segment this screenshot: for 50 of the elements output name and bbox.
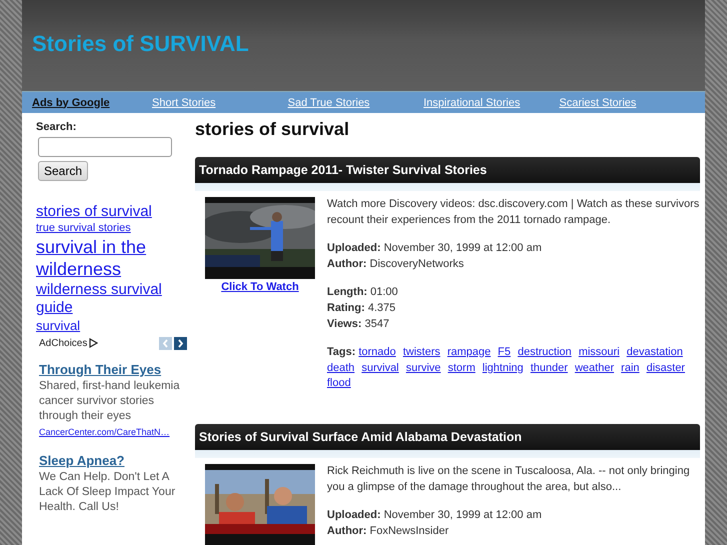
tag-link[interactable]: survive <box>406 362 441 374</box>
adchoices-icon[interactable] <box>89 338 98 348</box>
video-title-bar[interactable]: Tornado Rampage 2011- Twister Survival Stories <box>195 157 700 191</box>
tag-link[interactable]: tornado <box>358 346 396 358</box>
tag-link[interactable]: disaster <box>646 362 685 374</box>
tag-link[interactable]: F5 <box>498 346 511 358</box>
tags-label: Tags: <box>327 346 356 358</box>
chevron-right-icon <box>177 338 184 348</box>
tag-link[interactable]: lightning <box>482 362 524 374</box>
video-meta: Length: 01:00 <box>327 284 399 300</box>
next-button[interactable] <box>174 336 187 350</box>
keyword-link[interactable]: wilderness survival guide <box>36 280 187 318</box>
tag-link[interactable]: devastation <box>626 346 683 358</box>
search-button[interactable]: Search <box>38 161 88 181</box>
tag-link[interactable]: missouri <box>578 346 620 358</box>
tag-link[interactable]: death <box>327 362 355 374</box>
video-title-bar[interactable]: Stories of Survival Surface Amid Alabama Devastation <box>195 424 700 458</box>
video-meta: Rating: 4.375 <box>327 300 396 316</box>
page-heading: stories of survival <box>195 119 350 140</box>
keyword-link[interactable]: true survival stories <box>36 222 131 236</box>
ad-text: We Can Help. Don't Let A Lack Of Sleep Impact Your Health. Call Us! <box>39 470 176 515</box>
tag-link[interactable]: rain <box>621 362 640 374</box>
ad-title-link[interactable]: Sleep Apnea? <box>39 450 124 470</box>
tag-link[interactable]: twisters <box>402 346 440 358</box>
tag-link[interactable]: rampage <box>447 346 491 358</box>
video-description: Watch more Discovery videos: dsc.discovery.com | Watch as these survivors recount their experiences from the 2011 tornado rampage. <box>327 197 700 228</box>
tag-link[interactable]: thunder <box>530 362 568 374</box>
video-meta: Uploaded: November 30, 1999 at 12:00 am <box>327 240 543 256</box>
watch-link[interactable]: Click To Watch <box>221 281 299 293</box>
video-meta: Author: FoxNewsInsider <box>327 524 450 540</box>
ad-url-link[interactable]: CancerCenter.com/CareThatN… <box>39 427 170 438</box>
keyword-link[interactable]: stories of survival <box>36 203 152 222</box>
keyword-link[interactable]: survival <box>36 318 80 334</box>
keyword-link[interactable]: survival in the wilderness <box>36 236 187 280</box>
video-meta: Views: 3547 <box>327 316 390 332</box>
chevron-left-icon <box>162 338 169 348</box>
tag-link[interactable]: flood <box>327 377 351 390</box>
tag-link[interactable]: weather <box>574 362 614 374</box>
video-meta: Author: DiscoveryNetworks <box>327 256 465 272</box>
video-description: Rick Reichmuth is live on the scene in Tuscaloosa, Ala. -- not only bringing you a glimpse of the damage throughout the area, but also... <box>327 464 691 496</box>
tag-link[interactable]: storm <box>448 362 476 374</box>
tag-link[interactable]: survival <box>362 362 399 374</box>
ads-link[interactable]: Ads by Google <box>32 96 152 108</box>
tag-link[interactable]: destruction <box>518 346 572 358</box>
adchoices-label[interactable]: AdChoices <box>39 338 88 349</box>
ad-title-link[interactable]: Through Their Eyes <box>39 360 162 380</box>
search-label: Search: <box>36 121 78 133</box>
ad-text: Shared, first-hand leukemia cancer survivor stories through their eyes <box>39 379 181 424</box>
search-field[interactable] <box>38 137 172 157</box>
video-meta: Uploaded: November 30, 1999 at 12:00 am <box>327 508 543 524</box>
